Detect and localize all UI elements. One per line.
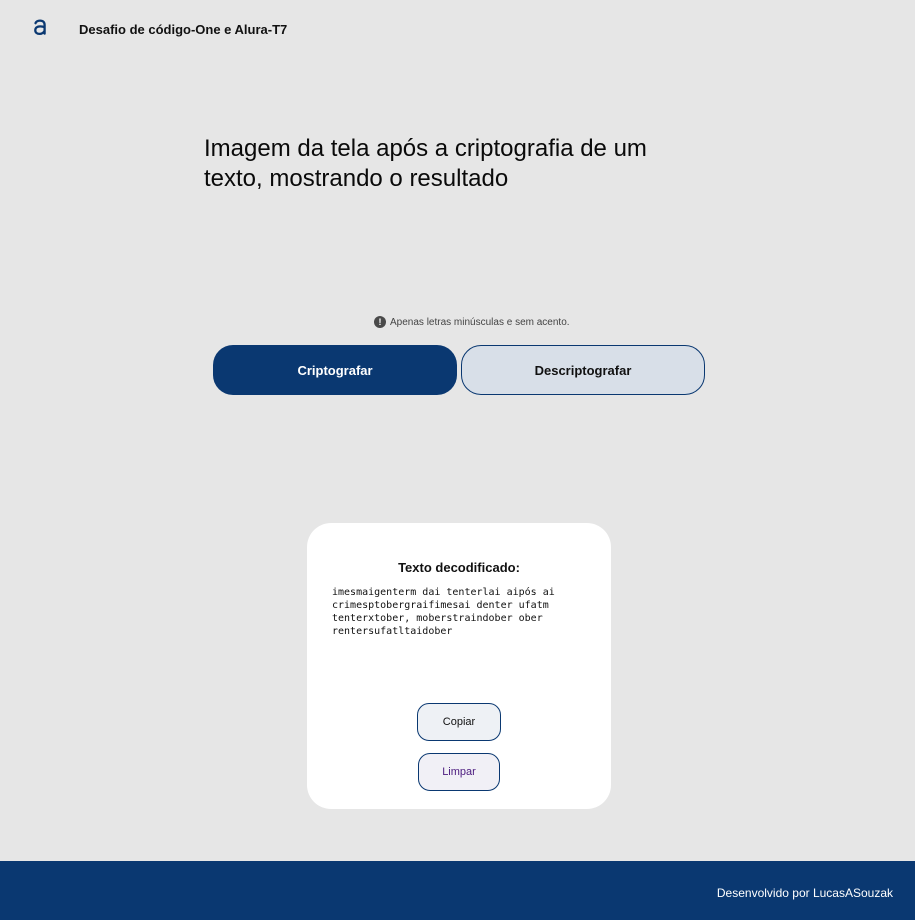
hint-text: Apenas letras minúsculas e sem acento. <box>390 316 570 328</box>
footer-credit: Desenvolvido por LucasASouzak <box>716 886 893 900</box>
alura-a-icon[interactable] <box>33 16 47 38</box>
exclamation-circle-icon: ! <box>374 316 386 328</box>
footer: Desenvolvido por LucasASouzak <box>0 861 915 920</box>
result-title: Texto decodificado: <box>398 560 520 575</box>
decrypt-button[interactable]: Descriptografar <box>461 345 705 395</box>
copy-button[interactable]: Copiar <box>417 703 501 741</box>
app-title: Desafio de código-One e Alura-T7 <box>79 22 288 37</box>
result-output: imesmaigenterm dai tenterlai aipós ai cr… <box>332 587 561 637</box>
result-card: Texto decodificado: imesmaigenterm dai t… <box>307 523 611 809</box>
message-textarea[interactable]: Imagem da tela após a criptografia de um… <box>204 134 704 194</box>
clear-button[interactable]: Limpar <box>418 753 500 791</box>
input-hint: ! Apenas letras minúsculas e sem acento. <box>374 315 570 329</box>
encrypt-button[interactable]: Criptografar <box>213 345 457 395</box>
top-bar: Desafio de código-One e Alura-T7 <box>0 0 915 60</box>
